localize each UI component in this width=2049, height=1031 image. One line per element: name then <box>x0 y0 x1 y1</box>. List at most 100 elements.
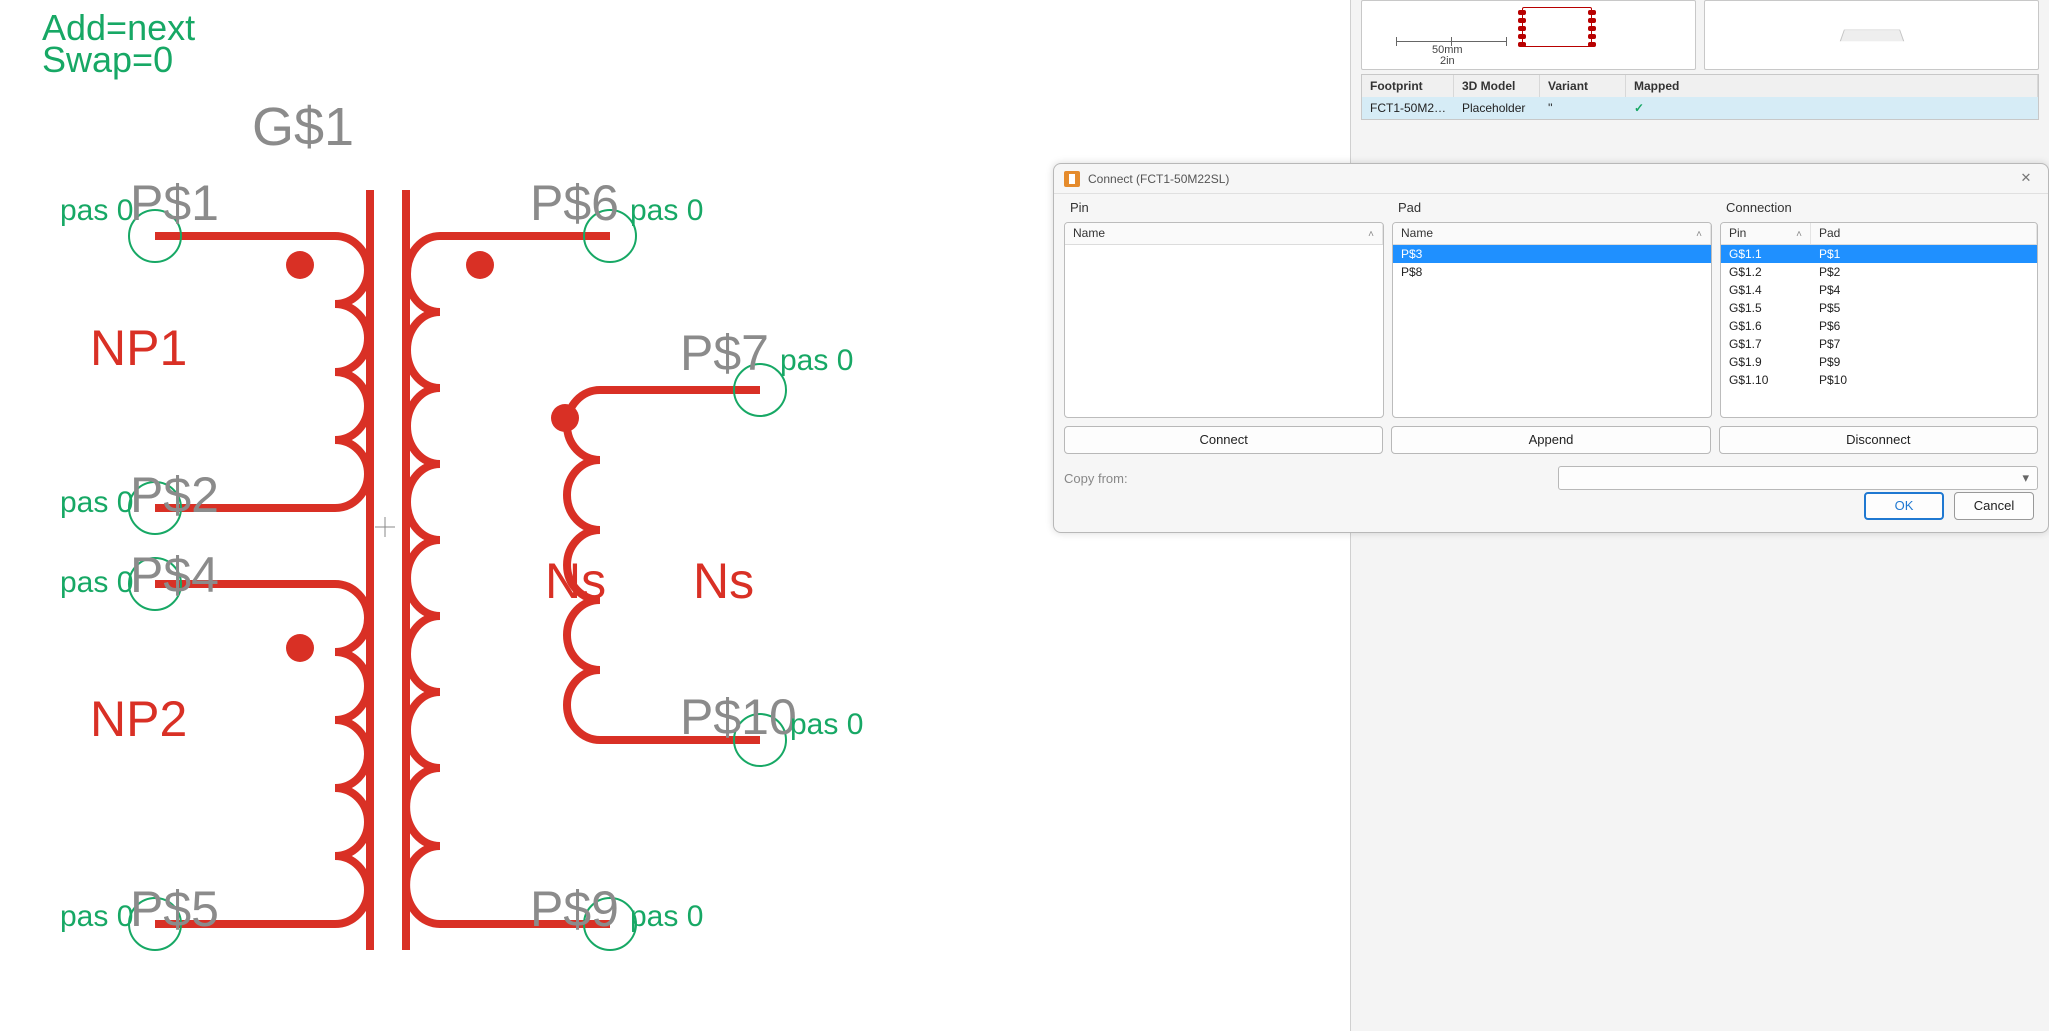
cell-3dmodel: Placeholder <box>1454 97 1540 119</box>
group-header-pad: Pad <box>1392 200 1712 220</box>
connection-cell-pin: G$1.7 <box>1721 335 1811 353</box>
connection-list-row[interactable]: G$1.6P$6 <box>1721 317 2037 335</box>
connection-list-row[interactable]: G$1.7P$7 <box>1721 335 2037 353</box>
svg-text:pas 0: pas 0 <box>60 900 133 933</box>
model3d-preview[interactable] <box>1704 0 2039 70</box>
append-button[interactable]: Append <box>1391 426 1710 454</box>
connection-cell-pin: G$1.4 <box>1721 281 1811 299</box>
svg-text:P$6: P$6 <box>530 175 619 231</box>
app-icon <box>1064 171 1080 187</box>
polarity-dot <box>286 634 314 662</box>
svg-text:P$10: P$10 <box>680 689 797 745</box>
copy-from-dropdown[interactable]: ▾ <box>1558 466 2038 490</box>
col-footprint[interactable]: Footprint <box>1362 75 1454 97</box>
connection-cell-pin: G$1.6 <box>1721 317 1811 335</box>
connection-list-header-pin[interactable]: Pin ˄ <box>1721 223 1811 244</box>
ruler: 50mm 2in <box>1396 41 1506 65</box>
connection-cell-pin: G$1.1 <box>1721 245 1811 263</box>
pin-list-header-name[interactable]: Name ˄ <box>1065 223 1383 244</box>
hud-swap: Swap=0 <box>42 39 173 80</box>
connection-cell-pad: P$4 <box>1811 281 2037 299</box>
col-mapped[interactable]: Mapped <box>1626 75 2038 97</box>
connect-button[interactable]: Connect <box>1064 426 1383 454</box>
connection-cell-pad: P$9 <box>1811 353 2037 371</box>
copy-from-label: Copy from: <box>1064 471 1128 486</box>
svg-text:P$2: P$2 <box>130 467 219 523</box>
label-np2: NP2 <box>90 691 187 747</box>
polarity-dot <box>466 251 494 279</box>
pin-right-4: P$9 pas 0 <box>530 881 703 950</box>
connection-list-header-pad[interactable]: Pad <box>1811 223 2037 244</box>
ok-button[interactable]: OK <box>1864 492 1944 520</box>
footprint-preview[interactable]: 50mm 2in <box>1361 0 1696 70</box>
svg-text:pas 0: pas 0 <box>60 486 133 519</box>
connection-cell-pin: G$1.10 <box>1721 371 1811 389</box>
pad-list-row[interactable]: P$3 <box>1393 245 1711 263</box>
winding-np2 <box>155 584 368 924</box>
connect-dialog[interactable]: Connect (FCT1-50M22SL) ✕ Pin Pad Connect… <box>1053 163 2049 533</box>
polarity-dot <box>286 251 314 279</box>
connection-list[interactable]: Pin ˄ Pad G$1.1P$1G$1.2P$2G$1.4P$4G$1.5P… <box>1720 222 2038 418</box>
connection-cell-pad: P$5 <box>1811 299 2037 317</box>
pad-list-header-name[interactable]: Name ˄ <box>1393 223 1711 244</box>
connection-list-row[interactable]: G$1.5P$5 <box>1721 299 2037 317</box>
pad-list-header-label: Name <box>1401 226 1433 240</box>
ruler-bottom-label: 2in <box>1440 55 1455 67</box>
footprint-mini-icon <box>1522 7 1592 47</box>
sort-asc-icon: ˄ <box>1796 229 1802 240</box>
svg-text:P$5: P$5 <box>130 881 219 937</box>
polarity-dot <box>551 404 579 432</box>
pad-list[interactable]: Name ˄ P$3P$8 <box>1392 222 1712 418</box>
pin-left-4: pas 0 P$5 <box>60 881 219 950</box>
dialog-titlebar[interactable]: Connect (FCT1-50M22SL) ✕ <box>1054 164 2048 194</box>
disconnect-button[interactable]: Disconnect <box>1719 426 2038 454</box>
dialog-title: Connect (FCT1-50M22SL) <box>1088 172 2006 186</box>
pin-right-1: P$6 pas 0 <box>530 175 703 262</box>
footprint-table[interactable]: Footprint 3D Model Variant Mapped FCT1-5… <box>1361 74 2039 120</box>
pin-left-1: pas 0 P$1 <box>60 175 219 262</box>
close-icon[interactable]: ✕ <box>2014 169 2038 189</box>
svg-text:P$1: P$1 <box>130 175 219 231</box>
pad-list-row[interactable]: P$8 <box>1393 263 1711 281</box>
connection-list-row[interactable]: G$1.10P$10 <box>1721 371 2037 389</box>
label-ns-b: Ns <box>693 553 754 609</box>
connection-cell-pin: G$1.5 <box>1721 299 1811 317</box>
schematic-part-label: G$1 <box>252 97 354 157</box>
svg-text:pas 0: pas 0 <box>60 194 133 227</box>
connection-list-row[interactable]: G$1.9P$9 <box>1721 353 2037 371</box>
svg-text:P$9: P$9 <box>530 881 619 937</box>
chevron-down-icon: ▾ <box>2022 470 2029 486</box>
connection-list-row[interactable]: G$1.1P$1 <box>1721 245 2037 263</box>
label-ns-a: Ns <box>545 553 606 609</box>
origin-cross <box>375 517 395 537</box>
col-variant[interactable]: Variant <box>1540 75 1626 97</box>
pin-list[interactable]: Name ˄ <box>1064 222 1384 418</box>
label-np1: NP1 <box>90 320 187 376</box>
connection-cell-pad: P$10 <box>1811 371 2037 389</box>
col-3dmodel[interactable]: 3D Model <box>1454 75 1540 97</box>
cancel-button[interactable]: Cancel <box>1954 492 2034 520</box>
svg-text:pas 0: pas 0 <box>630 194 703 227</box>
connection-cell-pad: P$1 <box>1811 245 2037 263</box>
pin-list-header-label: Name <box>1073 226 1105 240</box>
footprint-row[interactable]: FCT1-50M2… Placeholder '' ✓ <box>1362 97 2038 119</box>
connection-cell-pad: P$6 <box>1811 317 2037 335</box>
cell-variant: '' <box>1540 97 1626 119</box>
pad-list-cell: P$8 <box>1393 263 1711 281</box>
connection-list-row[interactable]: G$1.2P$2 <box>1721 263 2037 281</box>
connection-cell-pin: G$1.9 <box>1721 353 1811 371</box>
svg-text:P$7: P$7 <box>680 325 769 381</box>
svg-text:pas 0: pas 0 <box>790 708 863 741</box>
svg-text:pas 0: pas 0 <box>630 900 703 933</box>
connection-list-header-pin-label: Pin <box>1729 226 1746 240</box>
connection-cell-pad: P$2 <box>1811 263 2037 281</box>
connection-list-row[interactable]: G$1.4P$4 <box>1721 281 2037 299</box>
svg-text:pas 0: pas 0 <box>780 344 853 377</box>
sort-asc-icon: ˄ <box>1696 229 1702 240</box>
svg-text:pas 0: pas 0 <box>60 566 133 599</box>
group-header-connection: Connection <box>1720 200 2038 220</box>
pin-right-3: P$10 pas 0 <box>680 689 863 766</box>
pin-right-2: P$7 pas 0 <box>680 325 853 416</box>
connection-cell-pin: G$1.2 <box>1721 263 1811 281</box>
cell-footprint: FCT1-50M2… <box>1362 97 1454 119</box>
